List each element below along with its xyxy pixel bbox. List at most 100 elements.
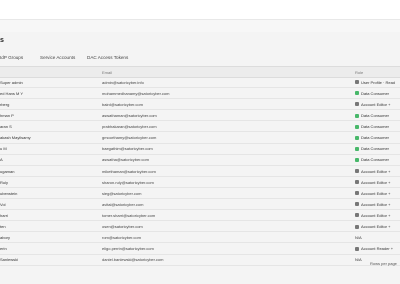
table-row[interactable]: Aaswatha@satoricyber.com Data Consumer (0, 155, 400, 166)
user-role[interactable]: Data Consumer (355, 91, 389, 96)
table-row[interactable]: Ruly sharon.ruly@satoricyber.com Account E… (0, 177, 400, 188)
role-label: N/A (355, 235, 362, 241)
user-email: eligo.perrin@satoricyber.com (102, 246, 154, 252)
user-role[interactable]: User Profile · Read (355, 80, 395, 85)
role-label: Account Editor + (361, 168, 391, 174)
role-label: Account Reader + (361, 246, 394, 252)
table-row[interactable]: ed Hans M Y mohammedhanamy@satoricyber.co… (0, 88, 400, 100)
user-name: A (0, 157, 3, 163)
users-table-body: Super admin admin@satoricyber.info User Pr… (0, 77, 400, 266)
role-label: Account Editor + (361, 101, 391, 107)
role-label: Account Editor + (361, 201, 391, 207)
person-icon (355, 191, 359, 196)
user-name: harri (0, 212, 9, 218)
user-name: abory (0, 235, 11, 241)
user-role[interactable]: N/A (355, 235, 362, 240)
tab-idp-groups[interactable]: IdP Groups (0, 55, 23, 60)
person-icon (355, 213, 359, 218)
data-consumer-icon (355, 146, 359, 151)
table-row[interactable]: ugaman mikethaman@satoricyber.com Account … (0, 166, 400, 177)
user-name: aran S (0, 124, 12, 130)
person-icon (355, 202, 359, 207)
column-header-role[interactable]: Role (355, 70, 363, 75)
person-icon (355, 80, 359, 85)
person-icon (355, 180, 359, 185)
person-icon (355, 224, 359, 229)
role-label: Data Consumer (361, 113, 390, 119)
user-role[interactable]: Data Consumer (355, 146, 389, 151)
role-label: Account Editor + (361, 224, 391, 230)
user-role[interactable]: Account Editor + (355, 169, 390, 174)
data-consumer-icon (355, 91, 359, 96)
table-row[interactable]: ubenstein sieg@satoricyber.com Account Edi… (0, 188, 400, 200)
user-email: avital@satoricyber.com (102, 201, 144, 207)
role-label: Data Consumer (361, 90, 390, 96)
person-icon (355, 246, 359, 251)
user-role[interactable]: Account Editor + (355, 180, 390, 185)
user-email: sieg@satoricyber.com (102, 190, 142, 196)
user-name: erin (0, 246, 7, 252)
user-email: baird@satoricyber.com (102, 101, 143, 107)
data-consumer-icon (355, 113, 359, 118)
person-icon (355, 169, 359, 174)
table-row[interactable]: ten osen@satoricyber.com Account Editor + (0, 221, 400, 233)
column-header-email[interactable]: Email (102, 70, 112, 75)
role-label: Account Editor + (361, 212, 391, 218)
tab-service-accounts[interactable]: Service Accounts (40, 55, 75, 60)
user-email: prabhakaran@satoricyber.com (102, 124, 157, 130)
table-row[interactable]: rberg baird@satoricyber.com Account Editor… (0, 99, 400, 111)
role-label: User Profile · Read (361, 79, 396, 85)
table-row[interactable]: Vol avital@satoricyber.com Account Editor … (0, 199, 400, 211)
user-role[interactable]: Account Editor + (355, 102, 390, 107)
user-role[interactable]: Account Editor + (355, 213, 390, 218)
user-email: daniel.banlewski@satoricyber.com (102, 257, 164, 263)
user-email: mikethaman@satoricyber.com (102, 168, 156, 174)
top-spacer (0, 20, 400, 32)
rows-per-page-label: Rows per page (370, 261, 397, 266)
user-name: ed Hans M Y (0, 90, 24, 96)
person-icon (355, 102, 359, 107)
user-name: ugaman (0, 168, 15, 174)
role-label: Data Consumer (361, 135, 390, 141)
user-name: Vol (0, 201, 6, 207)
role-label: Data Consumer (361, 157, 390, 163)
user-name: u M (0, 146, 7, 152)
user-email: tomer.sharri@satoricyber.com (102, 212, 156, 218)
user-role[interactable]: N/A (355, 257, 362, 262)
user-name: Sanlewski (0, 257, 19, 263)
user-role[interactable]: Data Consumer (355, 157, 389, 162)
user-role[interactable]: Data Consumer (355, 124, 389, 129)
user-email: baegathim@satoricyber.com (102, 146, 153, 152)
table-row[interactable]: erin eligo.perrin@satoricyber.com Account … (0, 243, 400, 255)
user-name: rberg (0, 101, 10, 107)
table-row[interactable]: akash Mayilsamy gmoorthamy@satoricyber.co… (0, 132, 400, 144)
table-row[interactable]: Sanlewski daniel.banlewski@satoricyber.co… (0, 255, 400, 266)
user-email: sharon.ruly@satoricyber.com (102, 179, 154, 185)
role-label: Data Consumer (361, 124, 390, 130)
tab-dac-access-tokens[interactable]: DAC Access Tokens (87, 55, 128, 60)
user-role[interactable]: Account Editor + (355, 224, 390, 229)
user-email: gmoorthamy@satoricyber.com (102, 135, 157, 141)
user-email: rom@satoricyber.com (102, 235, 141, 241)
user-name: hman P (0, 113, 14, 119)
table-row[interactable]: abory rom@satoricyber.com N/A (0, 232, 400, 244)
user-role[interactable]: Account Editor + (355, 202, 390, 207)
data-consumer-icon (355, 124, 359, 129)
user-email: aswathaman@satoricyber.com (102, 113, 157, 119)
user-name: Ruly (0, 179, 9, 185)
table-row[interactable]: aran S prabhakaran@satoricyber.com Data Co… (0, 121, 400, 133)
user-email: osen@satoricyber.com (102, 224, 143, 230)
user-name: ubenstein (0, 190, 18, 196)
table-row[interactable]: u M baegathim@satoricyber.com Data Consume… (0, 144, 400, 155)
user-name: ten (0, 224, 6, 230)
user-role[interactable]: Data Consumer (355, 113, 389, 118)
table-row[interactable]: harri tomer.sharri@satoricyber.com Account… (0, 210, 400, 222)
table-row[interactable]: Super admin admin@satoricyber.info User Pr… (0, 77, 400, 89)
table-row[interactable]: hman P aswathaman@satoricyber.com Data Con… (0, 110, 400, 122)
data-consumer-icon (355, 157, 359, 162)
role-label: Account Editor + (361, 190, 391, 196)
user-role[interactable]: Account Reader + (355, 246, 393, 251)
role-label: Account Editor + (361, 179, 391, 185)
user-role[interactable]: Data Consumer (355, 135, 389, 140)
user-role[interactable]: Account Editor + (355, 191, 390, 196)
